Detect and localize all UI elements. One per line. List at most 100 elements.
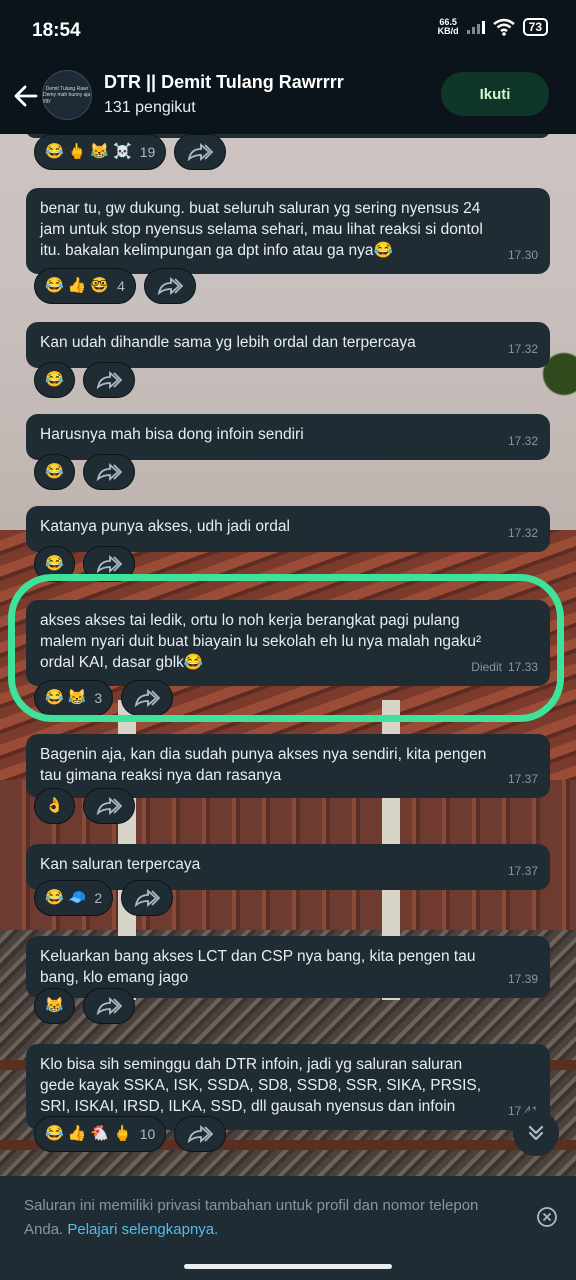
reaction-emoji: 😂 bbox=[45, 689, 64, 706]
reaction-pill[interactable]: 😂 bbox=[34, 546, 75, 582]
message-reactions: 😹 bbox=[34, 988, 135, 1024]
forward-icon bbox=[96, 555, 122, 573]
reaction-pill[interactable]: 😂 👍 🐔 🖕 10 bbox=[34, 1116, 167, 1152]
reaction-emoji: 🧢 bbox=[67, 889, 87, 906]
channel-avatar[interactable]: Demit Tulang Rawr Demy mah bunny aja ygy bbox=[42, 70, 92, 120]
reaction-pill[interactable]: 😂 bbox=[34, 454, 75, 490]
message-reactions: 😂 👍 🐔 🖕 10 bbox=[34, 1116, 227, 1152]
message-reactions: 😂 😹 3 bbox=[34, 680, 174, 716]
message-text: benar tu, gw dukung. buat seluruh salura… bbox=[40, 200, 483, 259]
message-text: akses akses tai ledik, ortu lo noh kerja… bbox=[40, 612, 482, 671]
reaction-emoji: 😂 bbox=[45, 143, 64, 160]
message-feed[interactable]: 😂 🖕 😹 ☠️ 19 benar tu, gw dukung. buat se… bbox=[0, 134, 576, 1174]
forward-icon bbox=[157, 277, 183, 295]
forward-icon bbox=[96, 997, 122, 1015]
forward-button[interactable] bbox=[82, 546, 135, 582]
forward-button[interactable] bbox=[174, 1116, 227, 1152]
message-text: Bagenin aja, kan dia sudah punya akses n… bbox=[40, 746, 487, 784]
message-reactions: 😂 bbox=[34, 546, 135, 582]
forward-icon bbox=[134, 689, 161, 707]
forward-button[interactable] bbox=[174, 134, 227, 170]
message-time: 17.33 bbox=[507, 660, 538, 674]
follower-count: 131 pengikut bbox=[104, 99, 196, 116]
reaction-emoji: 👌 bbox=[45, 797, 64, 814]
reaction-emoji: ☠️ bbox=[113, 143, 132, 160]
message-time: 17.37 bbox=[507, 772, 538, 786]
message-bubble: benar tu, gw dukung. buat seluruh salura… bbox=[26, 188, 550, 274]
message-time-meta: Diedit 17.33 bbox=[471, 657, 538, 678]
reaction-emoji: 👍 bbox=[67, 277, 87, 294]
reaction-count: 4 bbox=[117, 278, 125, 294]
scroll-to-bottom-button[interactable] bbox=[513, 1110, 559, 1156]
reaction-emoji: 🖕 bbox=[113, 1125, 132, 1142]
reaction-count: 10 bbox=[139, 1126, 156, 1142]
channel-header: Demit Tulang Rawr Demy mah bunny aja ygy… bbox=[0, 62, 576, 134]
reaction-emoji: 🖕 bbox=[67, 143, 87, 160]
battery-icon: 73 bbox=[522, 18, 548, 36]
message-reactions: 😂 🖕 😹 ☠️ 19 bbox=[34, 134, 227, 170]
forward-button[interactable] bbox=[82, 454, 135, 490]
forward-button[interactable] bbox=[82, 788, 135, 824]
message-reactions: 😂 bbox=[34, 454, 135, 490]
back-arrow-icon[interactable] bbox=[12, 82, 40, 110]
forward-button[interactable] bbox=[143, 268, 196, 304]
reaction-pill[interactable]: 😹 bbox=[34, 988, 75, 1024]
forward-button[interactable] bbox=[82, 362, 135, 398]
forward-button[interactable] bbox=[82, 988, 135, 1024]
reaction-emoji: 😂 bbox=[45, 889, 64, 906]
forward-button[interactable] bbox=[121, 680, 174, 716]
reaction-pill[interactable]: 😂 😹 3 bbox=[34, 680, 114, 716]
reaction-emoji: 😂 bbox=[45, 277, 64, 294]
message-bubble: akses akses tai ledik, ortu lo noh kerja… bbox=[26, 600, 550, 686]
message-reactions: 😂 👍 🤓 4 bbox=[34, 268, 196, 304]
signal-icon bbox=[466, 20, 485, 34]
message-text: Keluarkan bang akses LCT dan CSP nya ban… bbox=[40, 948, 476, 986]
reaction-emoji: 😂 bbox=[45, 555, 64, 572]
network-speed-unit: KB/d bbox=[437, 26, 459, 36]
network-speed: 66.5 KB/d bbox=[438, 18, 459, 36]
reaction-emoji: 😹 bbox=[67, 689, 87, 706]
message-text: Kan saluran terpercaya bbox=[40, 856, 201, 873]
avatar-logo-subtext: Demy mah bunny aja ygy bbox=[43, 92, 91, 104]
message-text: Harusnya mah bisa dong infoin sendiri bbox=[40, 426, 304, 443]
forward-icon bbox=[134, 889, 161, 907]
reaction-pill[interactable]: 😂 bbox=[34, 362, 75, 398]
reaction-pill[interactable]: 😂 🖕 😹 ☠️ 19 bbox=[34, 134, 167, 170]
status-icons: 66.5 KB/d 73 bbox=[438, 18, 548, 36]
channel-title[interactable]: DTR || Demit Tulang Rawrrrr bbox=[104, 72, 344, 93]
reaction-emoji: 🐔 bbox=[90, 1125, 110, 1142]
forward-button[interactable] bbox=[121, 880, 174, 916]
learn-more-link[interactable]: Pelajari selengkapnya. bbox=[67, 1221, 218, 1238]
reaction-emoji: 😂 bbox=[45, 463, 64, 480]
reaction-pill[interactable]: 👌 bbox=[34, 788, 75, 824]
message-time: 17.32 bbox=[507, 526, 538, 540]
reaction-pill[interactable]: 😂 👍 🤓 4 bbox=[34, 268, 136, 304]
message-reactions: 😂 bbox=[34, 362, 135, 398]
message-reactions: 😂 🧢 2 bbox=[34, 880, 174, 916]
follow-button[interactable]: Ikuti bbox=[441, 72, 549, 116]
status-time: 18:54 bbox=[32, 20, 81, 41]
message-time: 17.32 bbox=[507, 434, 538, 448]
message-time: 17.39 bbox=[507, 972, 538, 986]
forward-icon bbox=[96, 797, 122, 815]
reaction-emoji: 😹 bbox=[45, 997, 64, 1014]
forward-icon bbox=[188, 1125, 214, 1143]
message-time: 17.37 bbox=[507, 864, 538, 878]
reaction-emoji: 👍 bbox=[67, 1125, 87, 1142]
forward-icon bbox=[96, 371, 122, 389]
double-chevron-down-icon bbox=[528, 1125, 544, 1141]
reaction-pill[interactable]: 😂 🧢 2 bbox=[34, 880, 114, 916]
close-icon[interactable] bbox=[536, 1206, 558, 1228]
forward-icon bbox=[188, 143, 214, 161]
privacy-notice-text: Saluran ini memiliki privasi tambahan un… bbox=[24, 1194, 504, 1242]
reaction-count: 2 bbox=[94, 890, 103, 906]
wifi-icon bbox=[492, 18, 515, 36]
reaction-emoji: 🤓 bbox=[90, 277, 110, 294]
message-time: 17.30 bbox=[507, 248, 538, 262]
reaction-emoji: 😹 bbox=[90, 143, 110, 160]
message-text: Katanya punya akses, udh jadi ordal bbox=[40, 518, 290, 535]
reaction-count: 3 bbox=[94, 690, 103, 706]
home-indicator[interactable] bbox=[184, 1264, 392, 1269]
message-text: Kan udah dihandle sama yg lebih ordal da… bbox=[40, 334, 416, 351]
reaction-emoji: 😂 bbox=[45, 1125, 64, 1142]
